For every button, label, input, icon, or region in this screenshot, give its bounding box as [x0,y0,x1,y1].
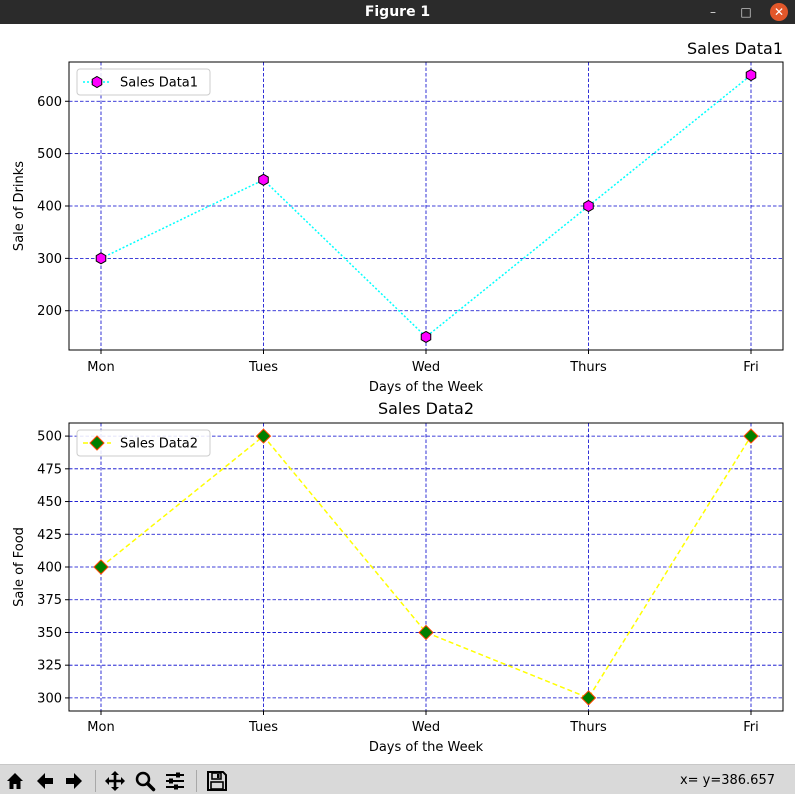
y-tick-label: 400 [37,561,62,576]
window-titlebar: Figure 1 – □ ✕ [0,0,795,24]
y-tick-label: 600 [37,95,62,110]
y-tick-label: 325 [37,659,62,674]
y-tick-label: 500 [37,147,62,162]
minimize-button[interactable]: – [704,3,722,21]
y-tick-label: 500 [37,430,62,445]
x-axis-label: Days of the Week [369,740,484,755]
y-tick-label: 475 [37,462,62,477]
data-point [93,559,109,575]
y-tick-label: 375 [37,593,62,608]
zoom-button[interactable] [132,769,158,793]
y-tick-label: 200 [37,304,62,319]
home-icon [7,773,23,789]
save-icon [207,771,227,791]
forward-button[interactable] [61,769,87,793]
home-button[interactable] [2,769,28,793]
chart-2: Mon Tues Wed Thurs Fri 300 325 350 375 400 425 450 4… [12,399,784,755]
y-axis-label: Sale of Drinks [12,161,27,251]
window-title: Figure 1 [364,4,431,20]
navigation-toolbar: x= y=386.657 [0,764,795,794]
cursor-coordinates: x= y=386.657 [679,773,775,788]
x-tick-label: Mon [87,360,114,375]
y-axis-label: Sale of Food [12,527,27,607]
x-tick-label: Fri [743,720,759,735]
chart-1: Mon Tues Wed Thurs Fri 200 300 400 500 600 Sales D… [12,39,784,395]
x-axis-label: Days of the Week [369,380,484,395]
data-point [420,330,432,343]
x-tick-label: Mon [87,720,114,735]
y-tick-label: 400 [37,200,62,215]
x-tick-label: Wed [412,360,440,375]
figure-canvas: Mon Tues Wed Thurs Fri 200 300 400 500 600 Sales D… [0,24,795,764]
chart-title: Sales Data2 [378,399,474,418]
x-tick-label: Fri [743,360,759,375]
y-tick-label: 300 [37,252,62,267]
configure-subplots-button[interactable] [162,769,188,793]
toolbar-separator [95,770,96,792]
y-tick-label: 300 [37,691,62,706]
y-tick-label: 425 [37,528,62,543]
save-button[interactable] [204,769,230,793]
figure-svg: Mon Tues Wed Thurs Fri 200 300 400 500 600 Sales D… [12,39,784,755]
data-point [583,199,594,213]
close-button[interactable]: ✕ [770,3,788,21]
maximize-button[interactable]: □ [737,3,755,21]
data-point [580,690,597,706]
x-tick-label: Tues [248,720,278,735]
legend: Sales Data1 [76,68,211,96]
back-button[interactable] [32,769,58,793]
x-tick-label: Thurs [569,720,607,735]
chart-title: Sales Data1 [687,39,783,58]
legend: Sales Data2 [76,429,211,457]
x-tick-label: Wed [412,720,440,735]
y-tick-label: 450 [37,495,62,510]
configure-subplots-icon [166,772,184,790]
x-tick-label: Thurs [569,360,607,375]
legend-label: Sales Data1 [120,76,198,91]
data-point [743,428,759,444]
legend-marker [91,75,103,89]
data-point [745,69,757,82]
data-point [258,173,269,186]
pan-button[interactable] [102,769,128,793]
zoom-icon [135,771,156,792]
pan-icon [105,771,125,791]
toolbar-separator [196,770,197,792]
data-point [95,252,107,265]
legend-label: Sales Data2 [120,437,198,452]
x-tick-label: Tues [248,360,278,375]
back-arrow-icon [37,773,53,789]
y-tick-label: 350 [37,626,62,641]
forward-arrow-icon [66,773,82,789]
